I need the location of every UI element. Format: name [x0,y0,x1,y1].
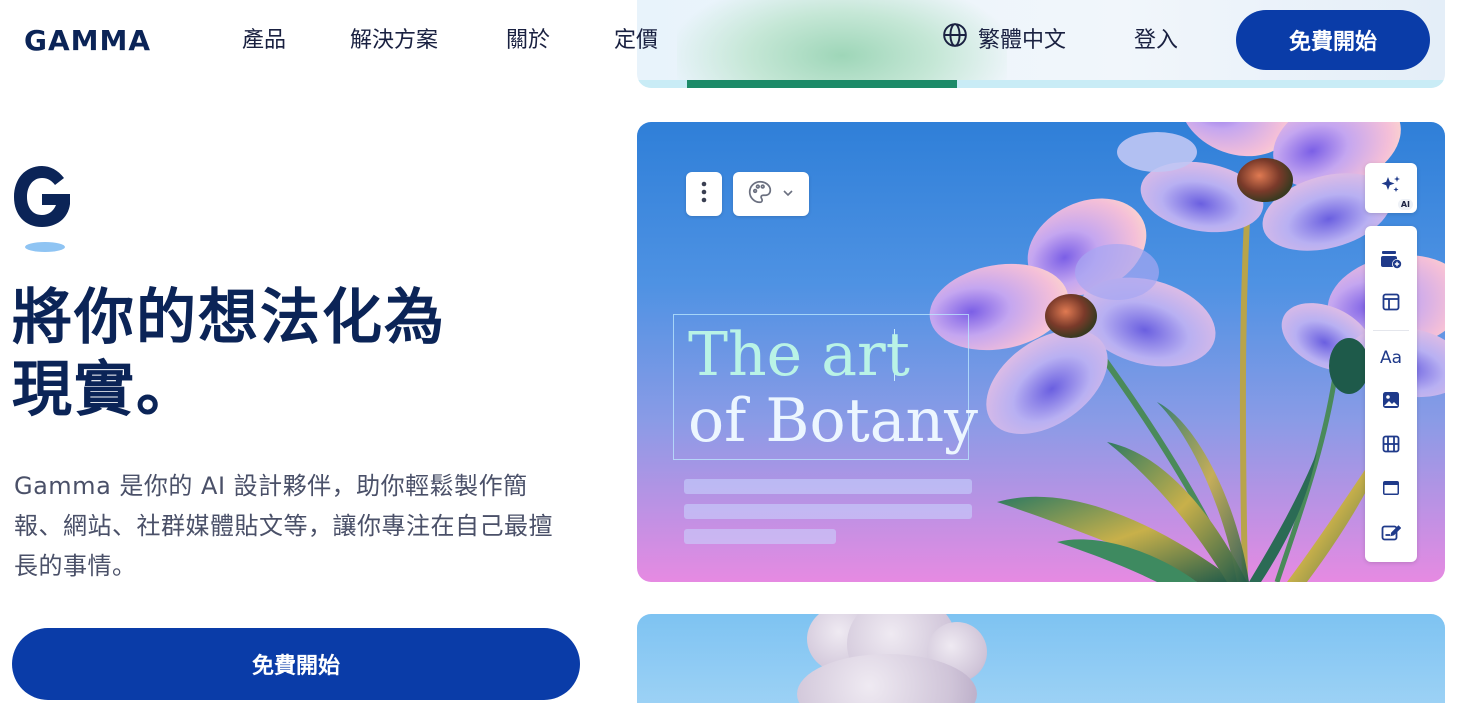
ai-assistant-button[interactable]: AI [1365,163,1417,213]
text-style-button[interactable]: Aa [1365,344,1417,372]
text-style-icon: Aa [1379,348,1403,368]
text-placeholder-line [684,529,836,544]
header-start-free-button[interactable]: 免費開始 [1236,10,1430,70]
video-button[interactable] [1365,432,1417,460]
gamma-g-mark-icon [12,164,74,256]
film-icon [1382,435,1400,457]
gamma-logo[interactable]: GAMMA [24,24,151,57]
more-vertical-icon [701,181,707,207]
text-placeholder-line [684,504,972,519]
palette-icon [747,179,773,209]
nav-item-solutions[interactable]: 解決方案 [350,22,506,54]
embed-button[interactable] [1365,476,1417,504]
card-theme-button[interactable] [733,172,809,216]
add-card-icon [1380,250,1402,274]
card-more-options-button[interactable] [686,172,722,216]
browser-window-icon [1382,479,1400,501]
sparkles-icon [1379,174,1403,202]
nav-item-about[interactable]: 關於 [506,22,614,54]
card-title-line2: of Botany [688,386,979,456]
top-nav-bar: GAMMA 產品 解決方案 關於 定價 繁體中文 登入 免費開始 [0,0,1459,78]
language-selector[interactable]: 繁體中文 [942,22,1066,54]
nav-item-pricing[interactable]: 定價 [614,22,694,54]
hero-description: Gamma 是你的 AI 設計夥伴，助你輕鬆製作簡報、網站、社群媒體貼文等，讓你… [14,472,553,580]
language-label: 繁體中文 [978,28,1067,53]
nav-item-products[interactable]: 產品 [242,22,350,54]
ai-badge: AI [1397,199,1413,210]
card-title: The art of Botany [688,322,978,454]
login-link[interactable]: 登入 [1134,22,1178,54]
card-title-line1: The art [688,320,910,390]
edit-form-icon [1381,523,1402,545]
preview-card-bottom [637,614,1445,703]
image-icon [1382,391,1400,413]
layout-button[interactable] [1365,290,1417,318]
image-button[interactable] [1365,388,1417,416]
hero-start-free-button[interactable]: 免費開始 [12,628,580,700]
card-side-toolbar: Aa [1365,226,1417,562]
main-nav: 產品 解決方案 關於 定價 [242,22,694,54]
form-button[interactable] [1365,520,1417,548]
hero-title-line2: 現實。 [12,355,198,425]
hero-title-line1: 將你的想法化為 [12,283,446,353]
layout-icon [1382,293,1400,315]
chevron-down-icon [781,185,795,204]
globe-icon [942,22,968,54]
add-card-button[interactable] [1365,248,1417,276]
text-placeholder-line [684,479,972,494]
hero-title: 將你的想法化為 現實。 [12,282,552,426]
